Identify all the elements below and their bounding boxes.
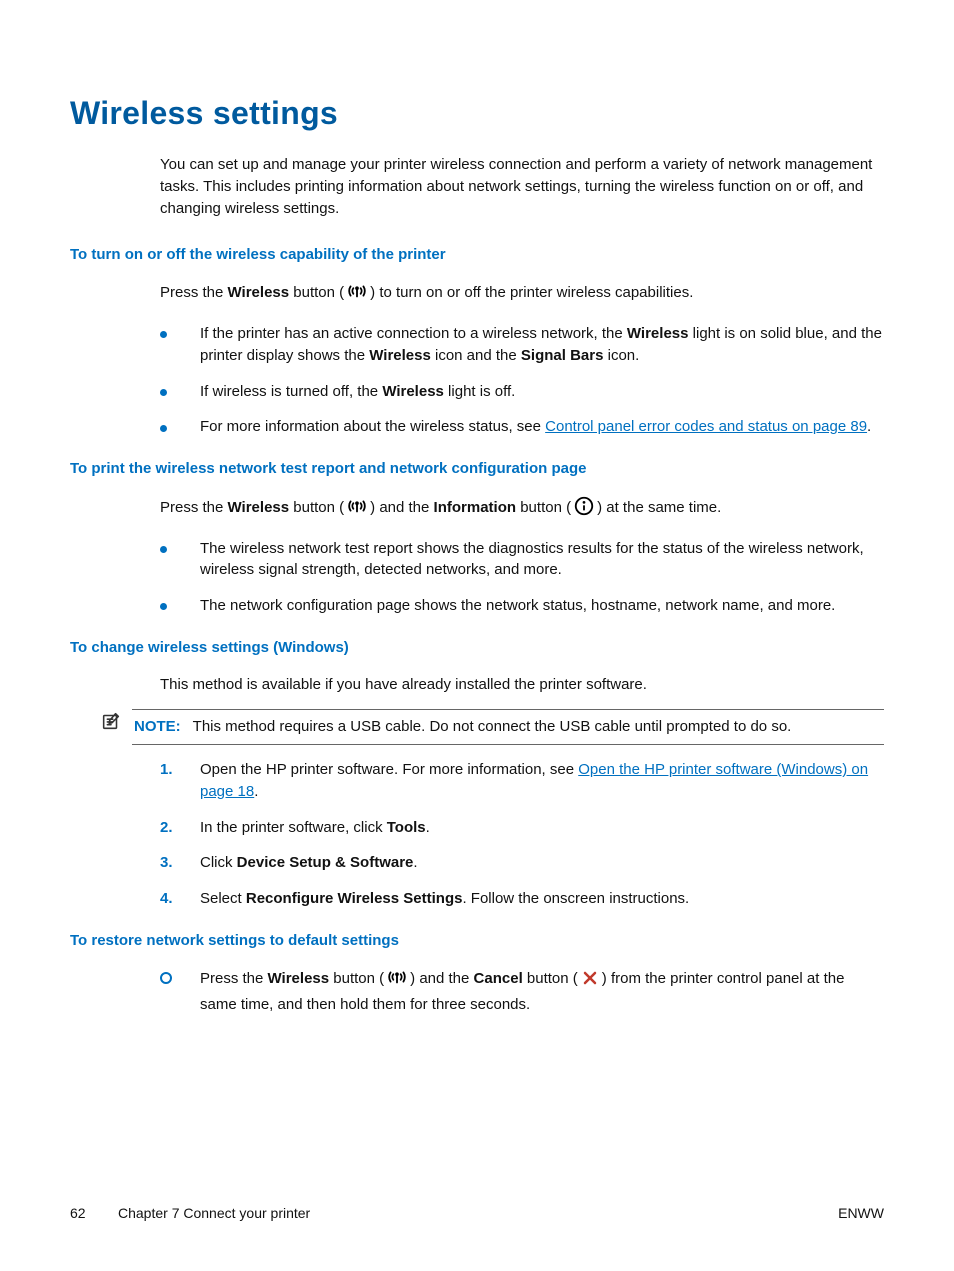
list-item: The network configuration page shows the… <box>160 595 884 617</box>
page-number: 62 <box>70 1203 100 1223</box>
note-label: NOTE: <box>134 718 181 735</box>
sec2-list: The wireless network test report shows t… <box>160 538 884 617</box>
list-item: Press the Wireless button () and the Can… <box>160 966 884 1017</box>
cancel-icon <box>580 968 600 995</box>
page-title: Wireless settings <box>70 90 884 136</box>
note-callout: NOTE: This method requires a USB cable. D… <box>100 709 884 745</box>
list-item: Select Reconfigure Wireless Settings. Fo… <box>160 888 884 910</box>
list-item: Open the HP printer software. For more i… <box>160 759 884 803</box>
wireless-icon <box>346 495 368 524</box>
section-heading-toggle-wireless: To turn on or off the wireless capabilit… <box>70 244 884 266</box>
list-item: For more information about the wireless … <box>160 416 884 438</box>
link-error-codes[interactable]: Control panel error codes and status on … <box>545 418 867 435</box>
note-text: This method requires a USB cable. Do not… <box>193 718 792 735</box>
sec4-list: Press the Wireless button () and the Can… <box>160 966 884 1017</box>
locale-label: ENWW <box>838 1203 884 1223</box>
info-icon <box>573 495 595 524</box>
sec3-steps: Open the HP printer software. For more i… <box>160 759 884 910</box>
sec1-list: If the printer has an active connection … <box>160 323 884 438</box>
list-item: Click Device Setup & Software. <box>160 852 884 874</box>
sec3-lead: This method is available if you have alr… <box>160 674 884 696</box>
section-heading-print-report: To print the wireless network test repor… <box>70 458 884 480</box>
note-icon <box>100 710 122 739</box>
list-item: If the printer has an active connection … <box>160 323 884 367</box>
wireless-icon <box>386 966 408 995</box>
section-heading-change-settings: To change wireless settings (Windows) <box>70 637 884 659</box>
section-heading-restore-defaults: To restore network settings to default s… <box>70 930 884 952</box>
intro-paragraph: You can set up and manage your printer w… <box>160 154 884 219</box>
page-footer: 62 Chapter 7 Connect your printer ENWW <box>0 1203 954 1223</box>
sec2-lead: Press the Wireless button () and the Inf… <box>160 495 884 524</box>
wireless-icon <box>346 280 368 309</box>
list-item: In the printer software, click Tools. <box>160 817 884 839</box>
chapter-label: Chapter 7 Connect your printer <box>118 1203 310 1223</box>
sec1-lead: Press the Wireless button () to turn on … <box>160 280 884 309</box>
list-item: The wireless network test report shows t… <box>160 538 884 582</box>
list-item: If wireless is turned off, the Wireless … <box>160 381 884 403</box>
